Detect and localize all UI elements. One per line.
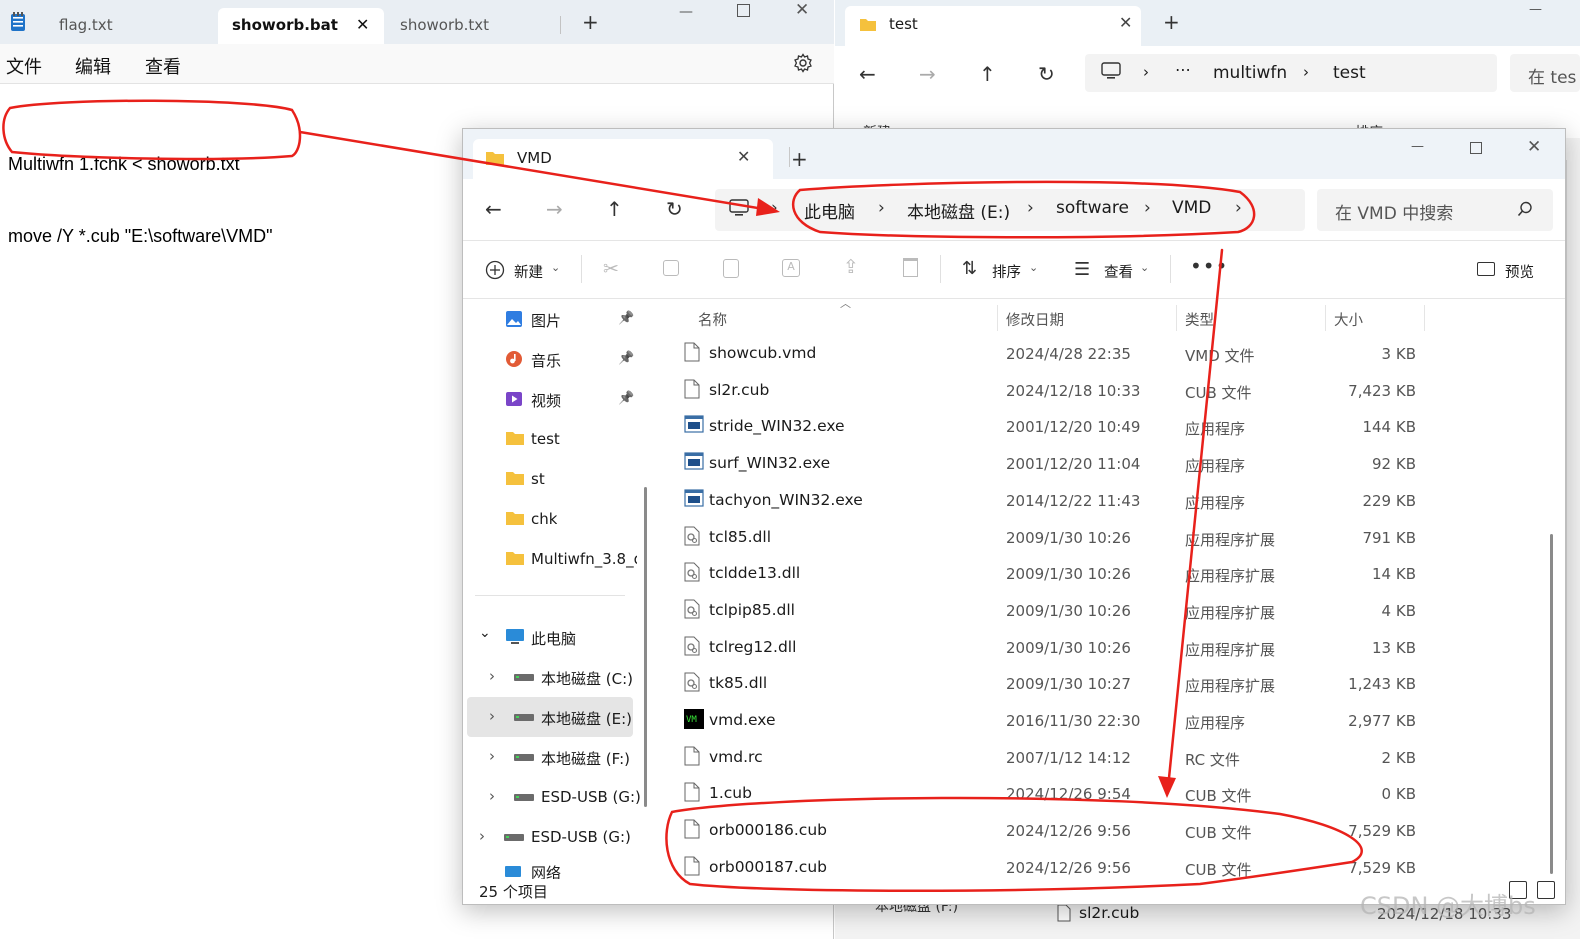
- annotation-arrow-line: [298, 130, 772, 212]
- annotation-oval-command: [2, 99, 302, 161]
- annotation-arrowhead: [1158, 776, 1176, 798]
- watermark: CSDN @大博bs: [1360, 892, 1536, 920]
- annotation-oval-breadcrumb: [791, 180, 1256, 239]
- annotation-arrow-line: [1166, 248, 1224, 790]
- annotation-overlay: [2, 99, 1363, 893]
- annotation-arrowhead: [756, 198, 780, 216]
- annotation-oval-new-files: [665, 796, 1363, 893]
